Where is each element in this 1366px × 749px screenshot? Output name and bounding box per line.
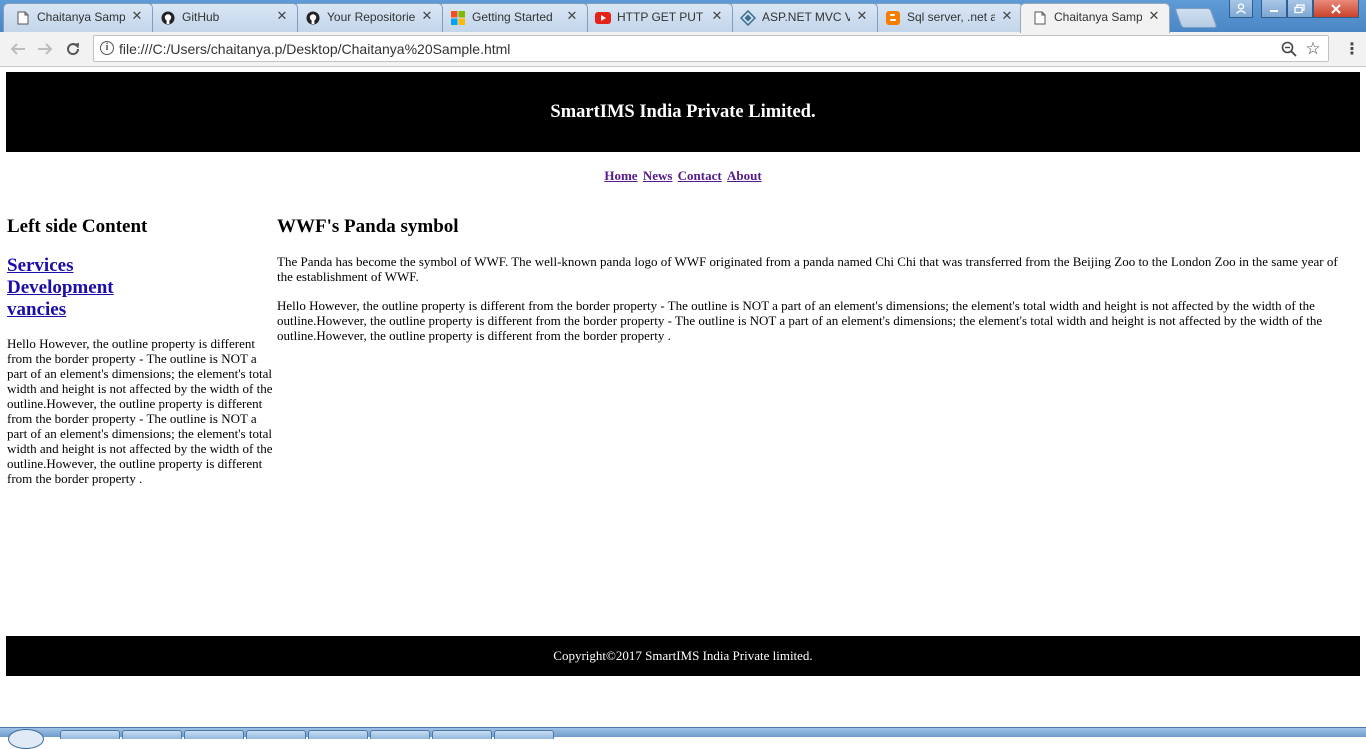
aspnet-icon: [740, 10, 756, 26]
browser-tab[interactable]: HTTP GET PUT P ✕: [583, 3, 733, 32]
link-development[interactable]: Development: [7, 277, 279, 299]
taskbar-item[interactable]: [246, 730, 306, 739]
browser-tab[interactable]: Chaitanya Samp ✕: [1020, 3, 1170, 33]
tab-close-icon[interactable]: ✕: [710, 8, 724, 24]
page-info-icon[interactable]: i: [100, 41, 114, 55]
reload-button[interactable]: [62, 38, 84, 60]
tab-close-icon[interactable]: ✕: [1147, 8, 1161, 24]
nav-link-news[interactable]: News: [643, 168, 673, 183]
taskbar-item[interactable]: [184, 730, 244, 739]
tab-title: Chaitanya Samp: [1054, 10, 1142, 24]
site-footer: Copyright©2017 SmartIMS India Private li…: [6, 636, 1360, 676]
tab-close-icon[interactable]: ✕: [130, 8, 144, 24]
browser-tab[interactable]: Sql server, .net a ✕: [873, 3, 1023, 32]
microsoft-icon: [450, 10, 466, 26]
left-links: Services Development vancies: [7, 255, 279, 321]
close-icon: [1331, 3, 1341, 14]
left-heading: Left side Content: [7, 216, 148, 237]
document-icon: [1032, 10, 1048, 26]
close-window-button[interactable]: [1313, 0, 1359, 18]
tab-close-icon[interactable]: ✕: [855, 8, 869, 24]
blogger-icon: [885, 10, 901, 26]
back-button[interactable]: [7, 38, 29, 60]
tab-title: Getting Started: [472, 10, 553, 24]
taskbar-item[interactable]: [370, 730, 430, 739]
start-button[interactable]: [8, 729, 44, 749]
main-content: WWF's Panda symbol The Panda has become …: [277, 216, 1349, 343]
restore-icon: [1294, 3, 1305, 13]
address-bar[interactable]: i file:///C:/Users/chaitanya.p/Desktop/C…: [93, 35, 1329, 62]
browser-toolbar: i file:///C:/Users/chaitanya.p/Desktop/C…: [0, 32, 1366, 67]
nav-link-about[interactable]: About: [727, 168, 762, 183]
tab-title: Chaitanya Sample: [37, 10, 125, 24]
person-icon: [1236, 3, 1246, 14]
tab-title: ASP.NET MVC V: [762, 10, 850, 24]
site-nav: Home News Contact About: [6, 168, 1360, 184]
maximize-button[interactable]: [1287, 0, 1313, 18]
footer-copyright: Copyright©2017 SmartIMS India Private li…: [553, 648, 813, 663]
taskbar-item[interactable]: [122, 730, 182, 739]
bookmark-star-icon[interactable]: ☆: [1302, 38, 1324, 60]
tab-title: HTTP GET PUT P: [617, 10, 705, 24]
tab-close-icon[interactable]: ✕: [565, 8, 579, 24]
browser-tab[interactable]: ASP.NET MVC V ✕: [728, 3, 878, 32]
taskbar-item[interactable]: [494, 730, 554, 739]
site-title: SmartIMS India Private Limited.: [550, 101, 816, 122]
forward-arrow-icon: [38, 43, 53, 55]
nav-link-home[interactable]: Home: [604, 168, 637, 183]
site-header: SmartIMS India Private Limited.: [6, 72, 1360, 152]
tab-close-icon[interactable]: ✕: [420, 8, 434, 24]
left-text: Hello However, the outline property is d…: [7, 336, 273, 486]
reload-icon: [67, 42, 80, 56]
browser-menu-button[interactable]: ⋮: [1344, 39, 1360, 59]
browser-tab-strip: Chaitanya Sample✕GitHub✕Your Repositorie…: [0, 0, 1366, 33]
nav-link-contact[interactable]: Contact: [678, 168, 722, 183]
zoom-icon[interactable]: [1280, 40, 1298, 58]
tab-title: Your Repositories: [327, 10, 415, 24]
link-services[interactable]: Services: [7, 255, 279, 277]
left-sidebar: Left side Content Services Development v…: [7, 216, 279, 486]
taskbar-item[interactable]: [432, 730, 492, 739]
user-profile-button[interactable]: [1229, 0, 1253, 18]
browser-tab[interactable]: Chaitanya Sample ✕: [3, 3, 153, 32]
tab-close-icon[interactable]: ✕: [275, 8, 289, 24]
address-url[interactable]: file:///C:/Users/chaitanya.p/Desktop/Cha…: [119, 41, 510, 57]
github-icon: [305, 10, 321, 26]
github-icon: [160, 10, 176, 26]
browser-tab[interactable]: GitHub ✕: [148, 3, 298, 32]
tab-title: GitHub: [182, 10, 220, 24]
tab-close-icon[interactable]: ✕: [1000, 8, 1014, 24]
back-arrow-icon: [10, 43, 25, 55]
forward-button[interactable]: [34, 38, 56, 60]
taskbar-item[interactable]: [60, 730, 120, 739]
taskbar-item[interactable]: [308, 730, 368, 739]
tab-title: Sql server, .net a: [907, 10, 995, 24]
new-tab-button[interactable]: [1174, 8, 1218, 28]
youtube-icon: [595, 10, 611, 26]
minimize-icon: [1270, 9, 1278, 12]
link-vancies[interactable]: vancies: [7, 299, 279, 321]
document-icon: [15, 10, 31, 26]
browser-tab[interactable]: Getting Started ✕: [438, 3, 588, 32]
browser-tab[interactable]: Your Repositories ✕: [293, 3, 443, 32]
minimize-button[interactable]: [1261, 0, 1287, 18]
main-paragraph-1: The Panda has become the symbol of WWF. …: [277, 254, 1338, 284]
main-heading: WWF's Panda symbol: [277, 216, 459, 237]
main-paragraph-2: Hello However, the outline property is d…: [277, 298, 1323, 343]
